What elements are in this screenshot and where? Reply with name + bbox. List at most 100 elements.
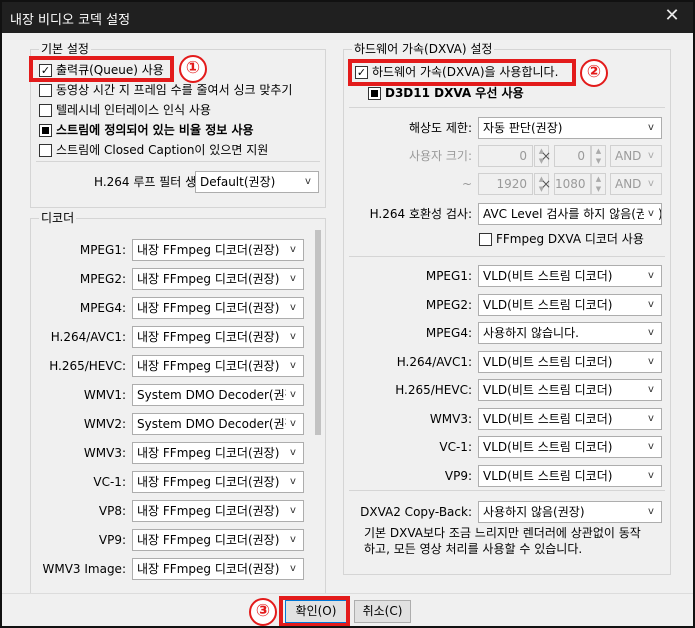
- decoder-value: 내장 FFmpeg 디코더(권장): [137, 301, 280, 315]
- max-height-field[interactable]: 1080: [554, 173, 591, 195]
- sync-checkbox[interactable]: [39, 84, 52, 97]
- decoder-value: 내장 FFmpeg 디코더(권장): [137, 272, 280, 286]
- chevron-down-icon: v: [644, 174, 658, 194]
- decoder-select[interactable]: 내장 FFmpeg 디코더(권장) v: [132, 355, 304, 377]
- decoder-label: H.264/AVC1:: [50, 330, 126, 344]
- min-and-value: AND: [615, 149, 642, 163]
- min-height-spinner[interactable]: ▲ ▼: [591, 145, 606, 167]
- chevron-down-icon: v: [286, 356, 300, 376]
- hw-codec-select[interactable]: 사용하지 않습니다. v: [478, 322, 662, 344]
- decoder-select[interactable]: 내장 FFmpeg 디코더(권장) v: [132, 529, 304, 551]
- max-width-field[interactable]: 1920: [478, 173, 533, 195]
- decoder-label: MPEG1:: [79, 243, 126, 257]
- decoder-scrollbar[interactable]: [312, 230, 324, 615]
- decoder-select[interactable]: 내장 FFmpeg 디코더(권장) v: [132, 268, 304, 290]
- compat-select[interactable]: AVC Level 검사를 하지 않음(권장) v: [478, 203, 662, 225]
- hw-codec-select[interactable]: VLD(비트 스트림 디코더) v: [478, 407, 662, 430]
- hw-codec-value: VLD(비트 스트림 디코더): [483, 269, 613, 283]
- ffmpeg-dxva-checkbox[interactable]: [479, 233, 492, 246]
- decoder-select[interactable]: 내장 FFmpeg 디코더(권장) v: [132, 500, 304, 522]
- decoder-select[interactable]: 내장 FFmpeg 디코더(권장) v: [132, 239, 304, 261]
- codec-settings-dialog: 내장 비디오 코덱 설정 ✕ 기본 설정 ✓ 출력큐(Queue) 사용 동영상…: [0, 0, 695, 628]
- chevron-down-icon: v: [644, 502, 658, 522]
- max-and-select[interactable]: AND v: [610, 173, 662, 195]
- hw-codec-select[interactable]: VLD(비트 스트림 디코더) v: [478, 379, 662, 401]
- decoder-select[interactable]: System DMO Decoder(권장) v: [132, 384, 304, 406]
- decoder-label: VC-1:: [93, 475, 126, 489]
- resolution-select[interactable]: 자동 판단(권장) v: [478, 117, 662, 139]
- annotation-box-ok: [279, 596, 350, 626]
- annotation-box-queue: [29, 56, 174, 82]
- chevron-down-icon: v: [286, 269, 300, 289]
- decoder-select[interactable]: 내장 FFmpeg 디코더(권장) v: [132, 442, 304, 464]
- resolution-label: 해상도 제한:: [408, 121, 472, 135]
- user-size-label: 사용자 크기:: [408, 149, 472, 163]
- decoder-value: 내장 FFmpeg 디코더(권장): [137, 330, 280, 344]
- decoder-label: MPEG2:: [79, 272, 126, 286]
- decoder-select[interactable]: 내장 FFmpeg 디코더(권장) v: [132, 471, 304, 493]
- hw-separator-1: [349, 107, 665, 108]
- closed-caption-label: 스트림에 Closed Caption이 있으면 지원: [56, 143, 269, 157]
- chevron-down-icon: v: [286, 298, 300, 318]
- decoder-value: 내장 FFmpeg 디코더(권장): [137, 504, 280, 518]
- chevron-down-icon: v: [301, 172, 315, 192]
- hw-codec-label: MPEG1:: [425, 269, 472, 283]
- hw-codec-label: MPEG2:: [425, 297, 472, 312]
- interlace-label: 텔레시네 인터레이스 인식 사용: [56, 103, 211, 117]
- decoder-label: VP9:: [98, 533, 126, 547]
- min-and-select[interactable]: AND v: [610, 145, 662, 167]
- loopfilter-select[interactable]: Default(권장) v: [195, 171, 319, 193]
- chevron-down-icon: v: [644, 118, 658, 138]
- decoder-value: 내장 FFmpeg 디코더(권장): [137, 359, 280, 373]
- closed-caption-checkbox[interactable]: [39, 144, 52, 157]
- annotation-badge-3: ③: [249, 598, 277, 626]
- decoder-label: WMV3:: [83, 446, 126, 460]
- decoder-select[interactable]: 내장 FFmpeg 디코더(권장) v: [132, 558, 304, 580]
- decoder-select[interactable]: 내장 FFmpeg 디코더(권장) v: [132, 297, 304, 319]
- decoder-label: WMV2:: [83, 417, 126, 431]
- decoder-scroll-thumb[interactable]: [315, 230, 321, 435]
- chevron-down-icon: v: [286, 385, 300, 405]
- close-icon[interactable]: ✕: [661, 6, 683, 26]
- decoder-select[interactable]: System DMO Decoder(권장) v: [132, 413, 304, 435]
- hw-codec-select[interactable]: VLD(비트 스트림 디코더) v: [478, 436, 662, 458]
- resolution-value: 자동 판단(권장): [483, 121, 563, 135]
- hw-separator-3: [349, 490, 665, 491]
- compat-label: H.264 호환성 검사:: [369, 207, 472, 221]
- interlace-checkbox[interactable]: [39, 104, 52, 117]
- d3d11-checkbox[interactable]: [368, 87, 381, 100]
- cancel-button[interactable]: 취소(C): [354, 600, 411, 623]
- decoder-value: 내장 FFmpeg 디코더(권장): [137, 533, 280, 547]
- copyback-desc-line2: 하고, 모든 영상 처리를 사용할 수 있습니다.: [364, 542, 583, 556]
- hw-codec-select[interactable]: VLD(비트 스트림 디코더) v: [478, 265, 662, 287]
- chevron-down-icon: v: [644, 266, 658, 286]
- min-width-field[interactable]: 0: [478, 145, 533, 167]
- decoder-value: 내장 FFmpeg 디코더(권장): [137, 562, 280, 576]
- decoder-label: WMV1:: [83, 388, 126, 402]
- decoder-value: System DMO Decoder(권장): [137, 388, 301, 402]
- chevron-down-icon: v: [644, 323, 658, 343]
- hw-codec-select[interactable]: VLD(비트 스트림 디코더) v: [478, 464, 662, 487]
- chevron-down-icon: v: [644, 351, 658, 372]
- decoder-value: 내장 FFmpeg 디코더(권장): [137, 243, 280, 257]
- copyback-select[interactable]: 사용하지 않음(권장) v: [478, 501, 662, 523]
- decoder-label: MPEG4:: [79, 301, 126, 315]
- hw-codec-select[interactable]: VLD(비트 스트림 디코더) v: [478, 293, 662, 316]
- hw-accel-legend: 하드웨어 가속(DXVA) 설정: [352, 41, 495, 57]
- aspect-checkbox[interactable]: [39, 124, 52, 137]
- max-height-spinner[interactable]: ▲ ▼: [591, 173, 606, 195]
- ffmpeg-dxva-label: FFmpeg DXVA 디코더 사용: [496, 232, 644, 246]
- decoder-value: 내장 FFmpeg 디코더(권장): [137, 475, 280, 489]
- min-height-field[interactable]: 0: [554, 145, 591, 167]
- hw-codec-label: H.264/AVC1:: [396, 354, 472, 369]
- annotation-badge-2: ②: [580, 59, 608, 87]
- chevron-down-icon: v: [286, 240, 300, 260]
- hw-separator-2: [349, 256, 665, 257]
- times-sign-1: ×: [541, 149, 552, 163]
- hw-codec-value: VLD(비트 스트림 디코더): [483, 440, 613, 454]
- hw-codec-select[interactable]: VLD(비트 스트림 디코더) v: [478, 350, 662, 373]
- dialog-content: 기본 설정 ✓ 출력큐(Queue) 사용 동영상 시간 지 프레임 수를 줄여…: [2, 33, 693, 618]
- annotation-box-dxva: [348, 59, 576, 86]
- decoder-select[interactable]: 내장 FFmpeg 디코더(권장) v: [132, 326, 304, 348]
- basic-separator: [36, 161, 320, 162]
